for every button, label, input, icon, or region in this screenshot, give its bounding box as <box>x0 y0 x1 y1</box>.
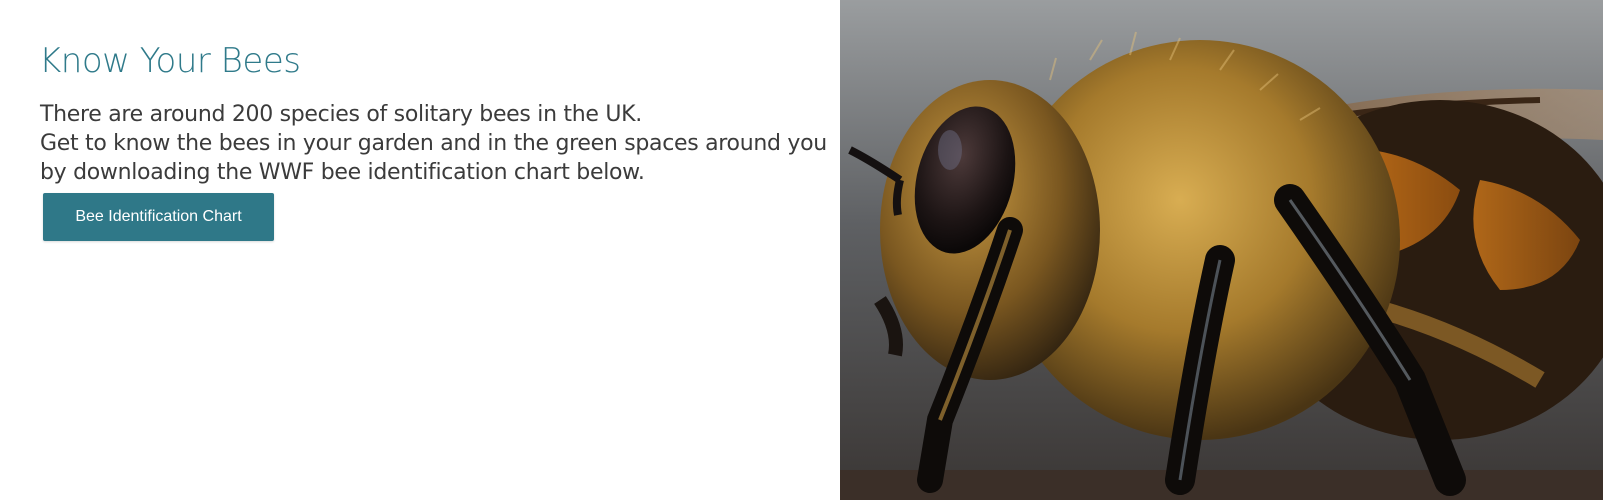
intro-line-download: Get to know the bees in your garden and … <box>40 131 827 185</box>
intro-line-species: There are around 200 species of solitary… <box>40 102 642 127</box>
bee-photo <box>840 0 1603 500</box>
content-panel: Know Your Bees There are around 200 spec… <box>0 0 840 500</box>
bee-identification-chart-button[interactable]: Bee Identification Chart <box>43 193 274 241</box>
page-title: Know Your Bees <box>39 41 301 81</box>
bee-illustration <box>840 0 1603 500</box>
intro-text: There are around 200 species of solitary… <box>40 100 830 187</box>
